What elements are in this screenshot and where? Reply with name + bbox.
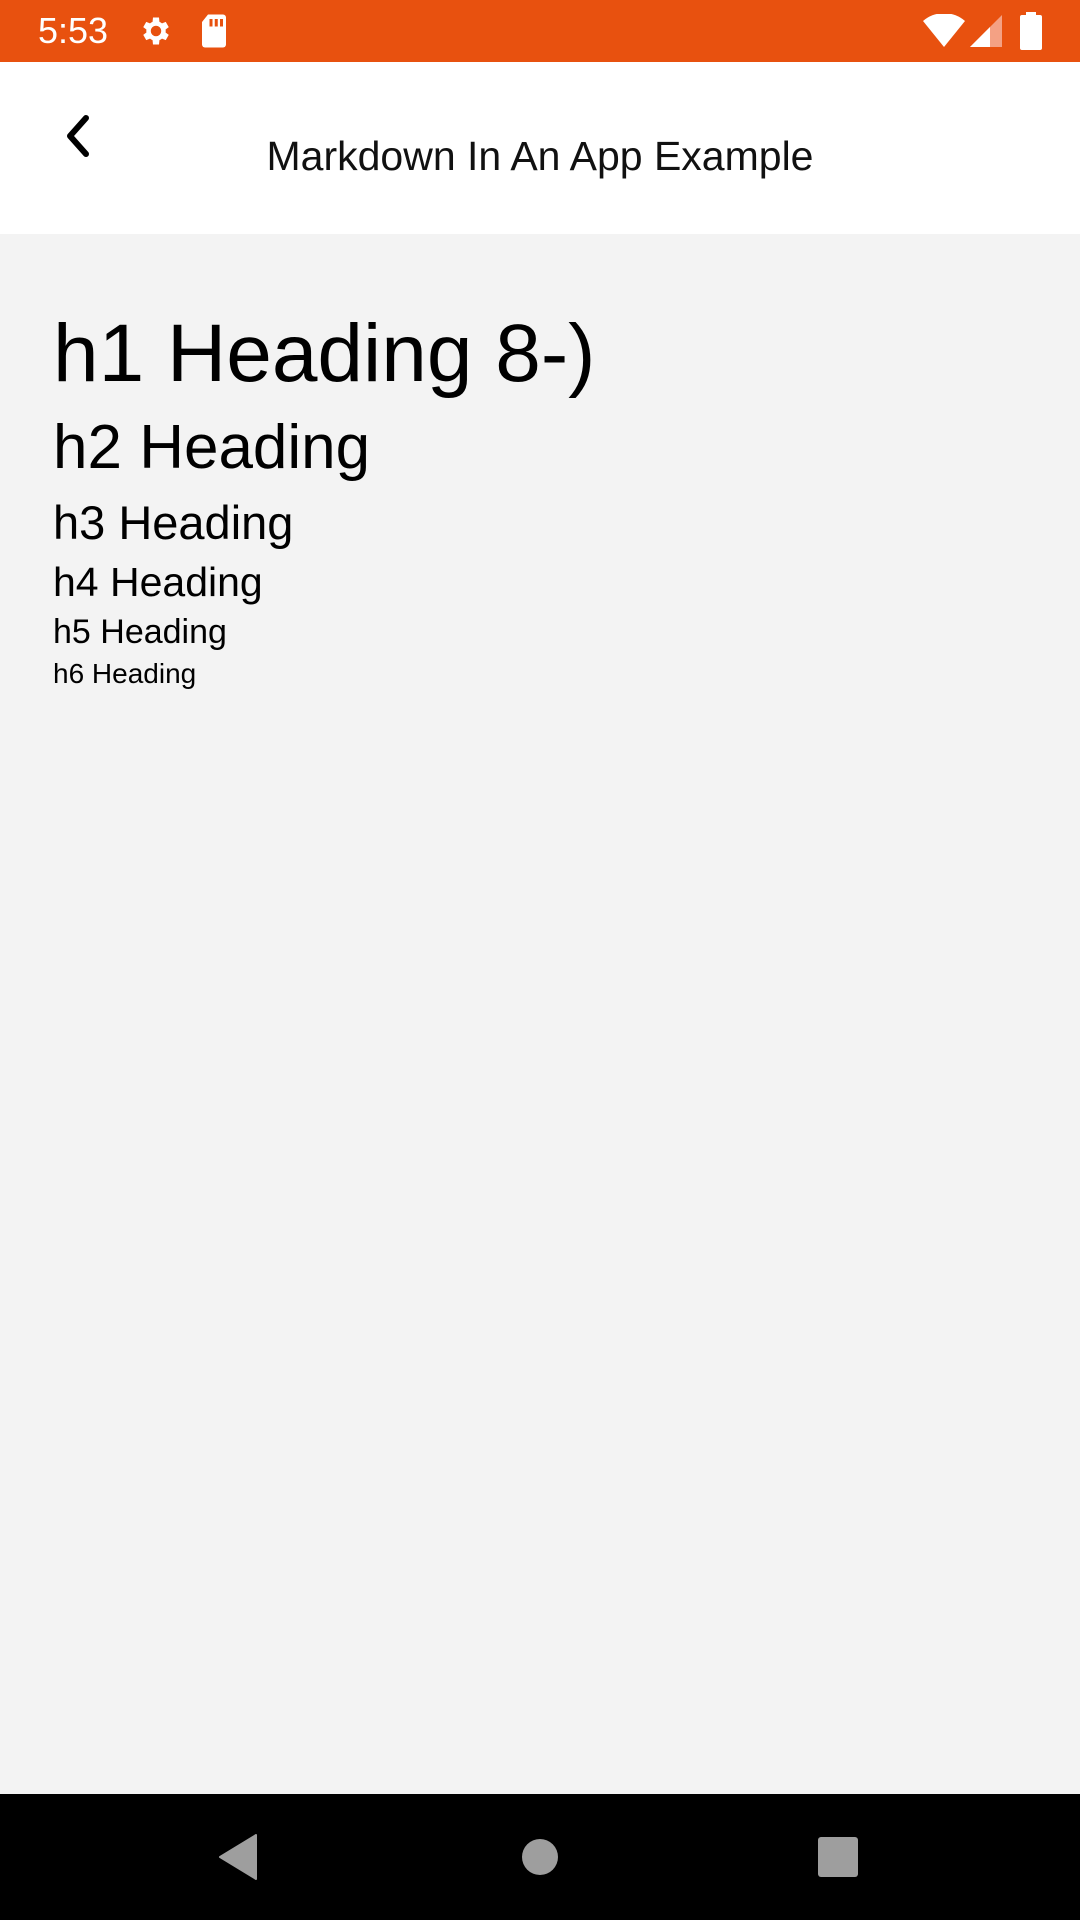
- nav-home-icon: [522, 1839, 558, 1875]
- sd-card-icon: [202, 14, 226, 48]
- status-bar: 5:53: [0, 0, 1080, 62]
- heading-h3: h3 Heading: [53, 496, 294, 549]
- heading-h1: h1 Heading 8-): [53, 308, 596, 399]
- heading-h4: h4 Heading: [53, 559, 263, 605]
- nav-back-icon: [219, 1834, 257, 1880]
- heading-h5: h5 Heading: [53, 613, 227, 651]
- wifi-icon: [923, 14, 965, 47]
- nav-recents-icon: [818, 1837, 858, 1877]
- nav-back-button[interactable]: [178, 1794, 298, 1920]
- heading-h2: h2 Heading: [53, 413, 371, 482]
- page-title: Markdown In An App Example: [266, 133, 814, 179]
- markdown-content: h1 Heading 8-) h2 Heading h3 Heading h4 …: [0, 234, 1080, 1794]
- gear-icon: [143, 17, 169, 45]
- system-nav-bar: [0, 1794, 1080, 1920]
- status-time: 5:53: [38, 10, 109, 51]
- heading-h6: h6 Heading: [53, 658, 197, 689]
- nav-home-button[interactable]: [480, 1794, 600, 1920]
- signal-icon: [970, 15, 1002, 47]
- battery-icon: [1020, 12, 1042, 50]
- nav-recents-button[interactable]: [778, 1794, 898, 1920]
